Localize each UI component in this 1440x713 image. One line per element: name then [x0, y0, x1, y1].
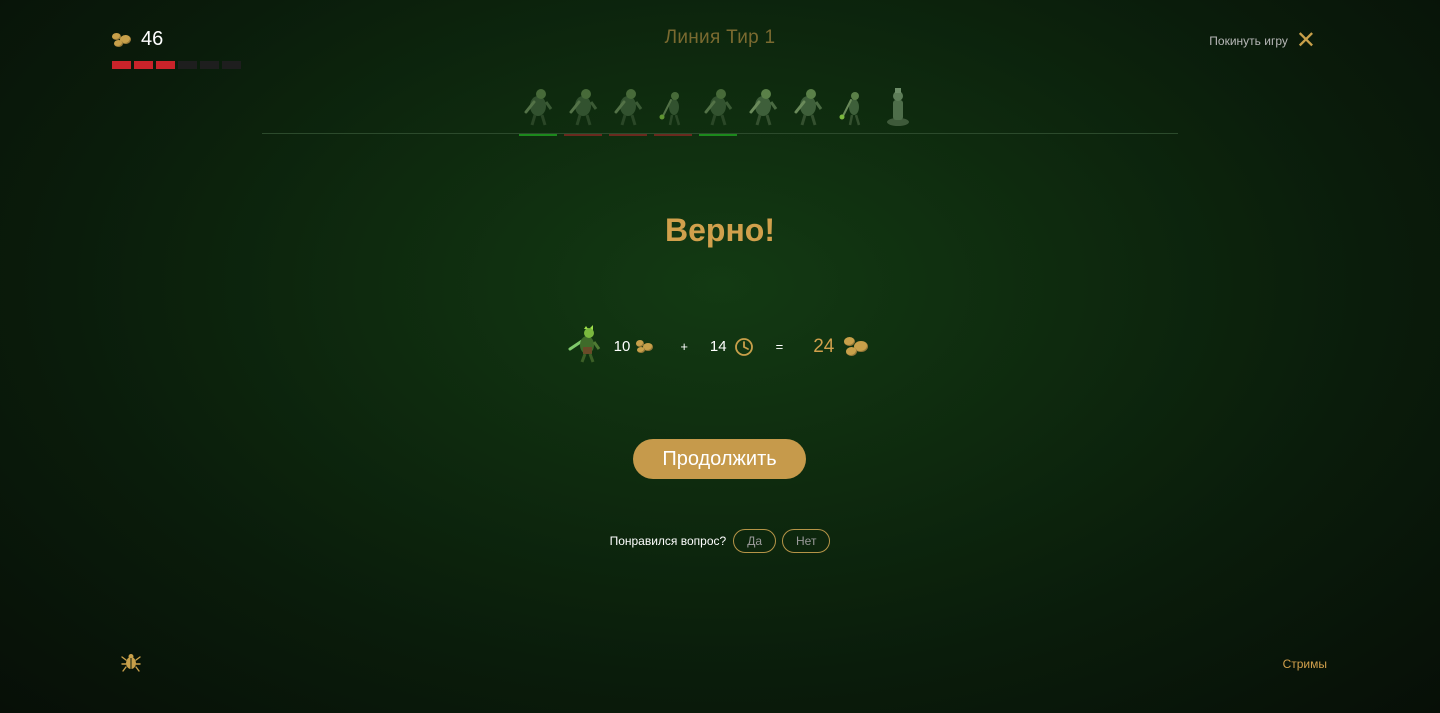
- creep-slot: [654, 84, 692, 136]
- coins-icon: [636, 339, 658, 355]
- leave-game-button[interactable]: Покинуть игру ✕: [1209, 27, 1316, 54]
- continue-button[interactable]: Продолжить: [633, 439, 806, 479]
- life-segment-filled: [112, 61, 131, 69]
- leave-game-label: Покинуть игру: [1209, 34, 1288, 48]
- creep-slot: [609, 84, 647, 136]
- feedback-yes-button[interactable]: Да: [733, 529, 776, 553]
- lives-bar: [112, 61, 241, 69]
- creep-track: [519, 84, 917, 136]
- equals-sign: =: [775, 339, 784, 354]
- creep-slot: [519, 84, 557, 136]
- creep-slot: [744, 84, 782, 136]
- total-value: 24: [813, 335, 835, 357]
- creep-slot: [789, 84, 827, 136]
- feedback-no-button[interactable]: Нет: [782, 529, 831, 553]
- reward-equation: 10 + 14 = 24: [0, 325, 1440, 368]
- bug-icon[interactable]: [121, 652, 141, 677]
- plus-sign: +: [680, 339, 688, 354]
- feedback-question: Понравился вопрос?: [609, 534, 727, 548]
- clock-icon: [734, 337, 754, 357]
- creep-icon: [568, 325, 604, 368]
- time-bonus-value: 14: [709, 338, 727, 355]
- creep-slot: [564, 84, 602, 136]
- life-segment-filled: [134, 61, 153, 69]
- creep-slot: [699, 84, 737, 136]
- question-feedback: Понравился вопрос? Да Нет: [0, 529, 1440, 553]
- life-segment-empty: [178, 61, 197, 69]
- gold-reward-value: 10: [613, 338, 631, 355]
- life-segment-empty: [200, 61, 219, 69]
- track-divider: [262, 133, 1178, 134]
- coins-icon: [844, 336, 872, 358]
- life-segment-filled: [156, 61, 175, 69]
- creep-slot: [879, 84, 917, 136]
- creep-slot: [834, 84, 872, 136]
- streams-link[interactable]: Стримы: [1283, 657, 1327, 671]
- life-segment-empty: [222, 61, 241, 69]
- verdict-text: Верно!: [665, 212, 775, 248]
- close-icon: ✕: [1295, 27, 1316, 54]
